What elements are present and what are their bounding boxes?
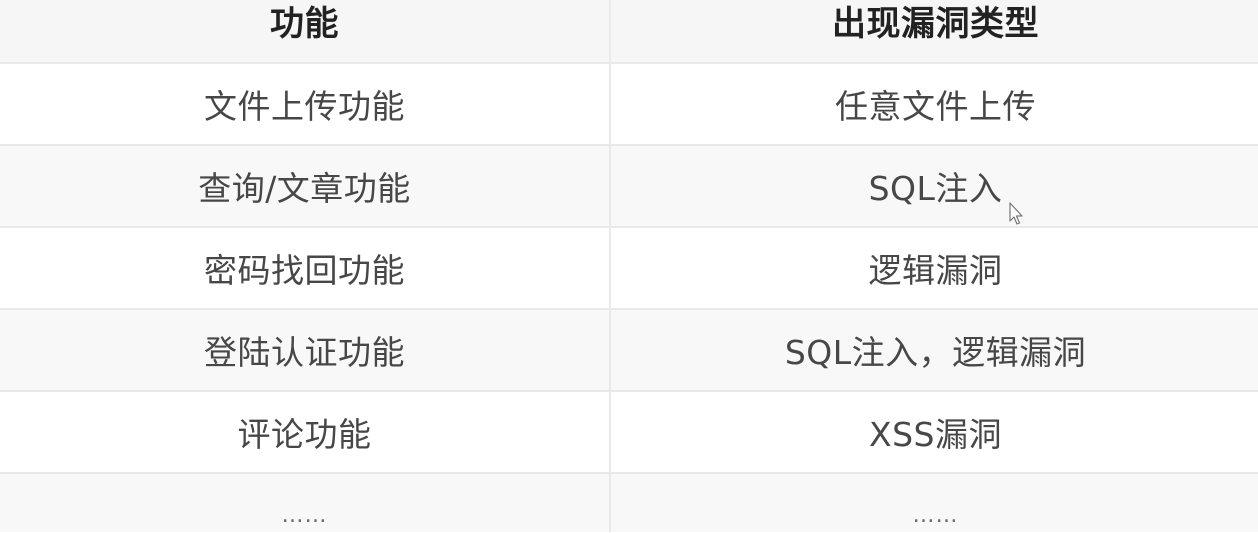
table-header-row: 功能 出现漏洞类型 [0,0,1258,64]
vulnerability-cell: …… [912,503,959,528]
function-cell: 登陆认证功能 [0,310,611,390]
vulnerability-cell: SQL注入，逻辑漏洞 [784,333,1087,372]
header-vulnerability-type: 出现漏洞类型 [832,3,1039,44]
function-cell: …… [0,474,611,532]
table-row: 登陆认证功能 SQL注入，逻辑漏洞 [0,310,1258,392]
vulnerability-table: 功能 出现漏洞类型 文件上传功能 任意文件上传 查询/文章功能 SQL注入 密码… [0,0,1258,533]
function-cell: 评论功能 [0,392,611,472]
table-row: 文件上传功能 任意文件上传 [0,64,1258,146]
text-cursor-icon [1009,202,1023,225]
vulnerability-cell: 任意文件上传 [835,87,1036,126]
table-row: 查询/文章功能 SQL注入 [0,146,1258,228]
table-row: 评论功能 XSS漏洞 [0,392,1258,474]
function-cell: 密码找回功能 [0,228,611,308]
function-cell: 查询/文章功能 [0,146,611,226]
table-row: 密码找回功能 逻辑漏洞 [0,228,1258,310]
table-row: …… …… [0,474,1258,532]
function-cell: 文件上传功能 [0,64,611,144]
vulnerability-cell: XSS漏洞 [868,415,1002,454]
header-function: 功能 [0,0,611,62]
vulnerability-cell: 逻辑漏洞 [868,251,1003,290]
vulnerability-cell: SQL注入 [868,169,1003,208]
